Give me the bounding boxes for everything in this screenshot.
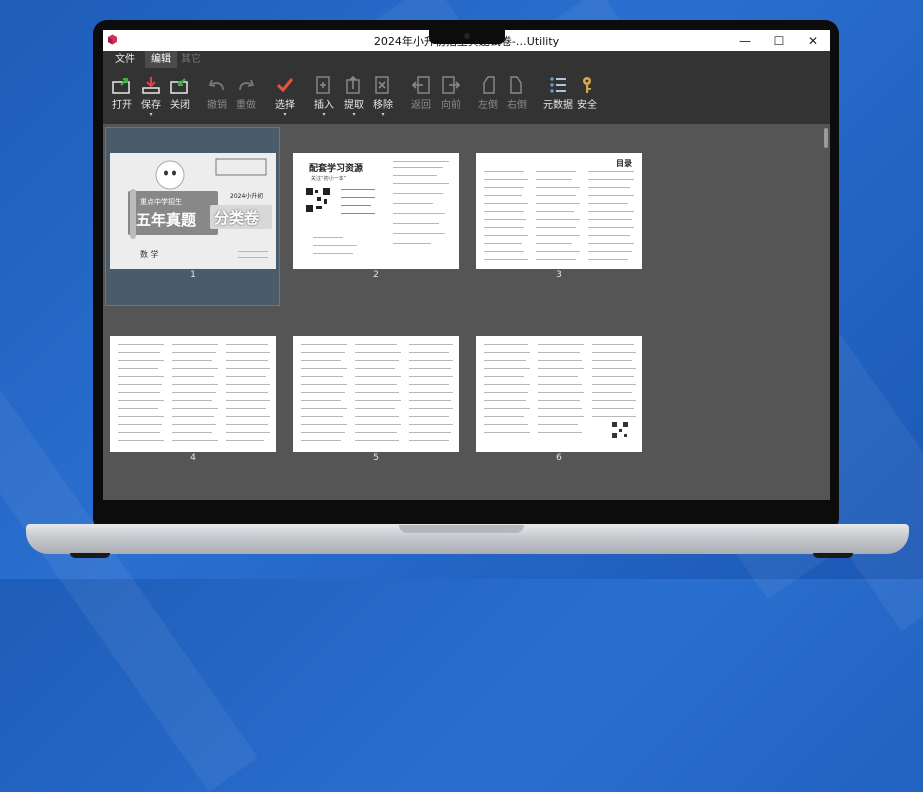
cover-subject: 数 学 (140, 250, 159, 259)
close-file-button[interactable]: 关闭 (165, 72, 195, 120)
cover-subtitle: 分类卷 (214, 209, 260, 227)
remove-button[interactable]: 移除 ▾ (368, 72, 398, 120)
back-label: 返回 (411, 100, 431, 111)
forward-page-icon (442, 76, 461, 94)
select-label: 选择 (275, 100, 295, 111)
menu-edit[interactable]: 编辑 (145, 51, 177, 68)
close-icon: ✕ (807, 33, 819, 48)
laptop-base-notch (399, 525, 524, 533)
camera-icon (464, 33, 470, 39)
page-number-3: 3 (556, 270, 562, 280)
undo-icon (208, 79, 224, 91)
menu-bar: 文件 编辑 其它 (103, 51, 830, 68)
back-page-icon (411, 76, 430, 94)
close-file-icon (170, 78, 188, 94)
open-label: 打开 (112, 100, 132, 111)
page-number-1: 1 (190, 270, 196, 280)
vertical-scrollbar[interactable] (822, 124, 830, 500)
page-thumbnail-4[interactable] (110, 336, 276, 452)
cover-year-text: 2024小升初 (230, 193, 264, 200)
page-number-6: 6 (556, 453, 562, 463)
undo-label: 撤销 (207, 100, 227, 111)
insert-button[interactable]: 插入 ▾ (309, 72, 339, 120)
laptop-foot (70, 553, 110, 558)
insert-dropdown-icon[interactable]: ▾ (309, 112, 339, 118)
select-dropdown-icon[interactable]: ▾ (270, 112, 300, 118)
undo-button[interactable]: 撤销 (202, 72, 232, 120)
redo-button[interactable]: 重做 (231, 72, 261, 120)
rotate-right-icon (510, 76, 522, 94)
minimize-icon: — (739, 33, 751, 48)
checkmark-icon (276, 78, 294, 93)
page-thumbnail-2[interactable]: 配套学习资源 关注“初小一本” (293, 153, 459, 269)
page-thumbnail-5[interactable] (293, 336, 459, 452)
save-icon (142, 77, 160, 94)
cover-title: 五年真题 (136, 211, 197, 229)
rotate-left-button[interactable]: 左倒 (473, 72, 503, 120)
back-button[interactable]: 返回 (406, 72, 436, 120)
save-button[interactable]: 保存 ▾ (136, 72, 166, 120)
close-file-label: 关闭 (170, 100, 190, 111)
maximize-icon: ☐ (773, 33, 785, 48)
cover-top-text: 重点中学招生 (140, 198, 182, 206)
insert-label: 插入 (314, 100, 334, 111)
page-thumbnail-6[interactable] (476, 336, 642, 452)
metadata-label: 元数据 (543, 100, 573, 111)
page2-subheading: 关注“初小一本” (311, 176, 347, 182)
rotate-right-label: 右倒 (507, 100, 527, 111)
extract-page-icon (346, 76, 360, 94)
insert-page-icon (316, 76, 330, 94)
menu-file[interactable]: 文件 (109, 51, 141, 68)
toolbar: 打开 保存 ▾ 关闭 撤销 重做 选择 ▾ 插入 ▾ 提取 ▾ 移除 ▾ 返回 … (103, 68, 830, 124)
qr-code-icon (305, 187, 331, 213)
rotate-right-button[interactable]: 右倒 (502, 72, 532, 120)
remove-dropdown-icon[interactable]: ▾ (368, 112, 398, 118)
save-label: 保存 (141, 100, 161, 111)
page-number-5: 5 (373, 453, 379, 463)
qr-code-small-icon (612, 422, 628, 438)
app-window: 2024年小升初招生真题试卷-…Utility — ☐ ✕ 文件 编辑 其它 打… (103, 30, 830, 500)
laptop-foot (813, 553, 853, 558)
page3-heading: 目录 (616, 159, 632, 168)
extract-button[interactable]: 提取 ▾ (339, 72, 369, 120)
close-window-button[interactable]: ✕ (796, 30, 830, 51)
metadata-list-icon (550, 77, 566, 93)
save-dropdown-icon[interactable]: ▾ (136, 112, 166, 118)
page-number-4: 4 (190, 453, 196, 463)
key-icon (583, 77, 591, 93)
page-thumbnail-3[interactable]: 目录 (476, 153, 642, 269)
rotate-left-label: 左倒 (478, 100, 498, 111)
maximize-button[interactable]: ☐ (762, 30, 796, 51)
metadata-button[interactable]: 元数据 (541, 72, 575, 120)
redo-icon (239, 79, 255, 91)
security-label: 安全 (577, 100, 597, 111)
extract-label: 提取 (344, 100, 364, 111)
extract-dropdown-icon[interactable]: ▾ (339, 112, 369, 118)
forward-button[interactable]: 向前 (436, 72, 466, 120)
minimize-button[interactable]: — (728, 30, 762, 51)
rotate-left-icon (483, 76, 495, 94)
page-thumbnail-1[interactable]: 重点中学招生 2024小升初 五年真题 分类卷 数 学 (110, 153, 276, 269)
remove-page-icon (375, 76, 389, 94)
redo-label: 重做 (236, 100, 256, 111)
select-button[interactable]: 选择 ▾ (270, 72, 300, 120)
page-thumbnail-grid: 重点中学招生 2024小升初 五年真题 分类卷 数 学 1 配套学习资源 关注“… (103, 124, 822, 500)
open-folder-icon (112, 78, 130, 94)
page2-heading: 配套学习资源 (309, 164, 364, 174)
menu-other[interactable]: 其它 (175, 51, 207, 68)
scrollbar-thumb[interactable] (824, 128, 828, 148)
page-number-2: 2 (373, 270, 379, 280)
security-button[interactable]: 安全 (572, 72, 602, 120)
remove-label: 移除 (373, 100, 393, 111)
open-button[interactable]: 打开 (107, 72, 137, 120)
forward-label: 向前 (441, 100, 461, 111)
